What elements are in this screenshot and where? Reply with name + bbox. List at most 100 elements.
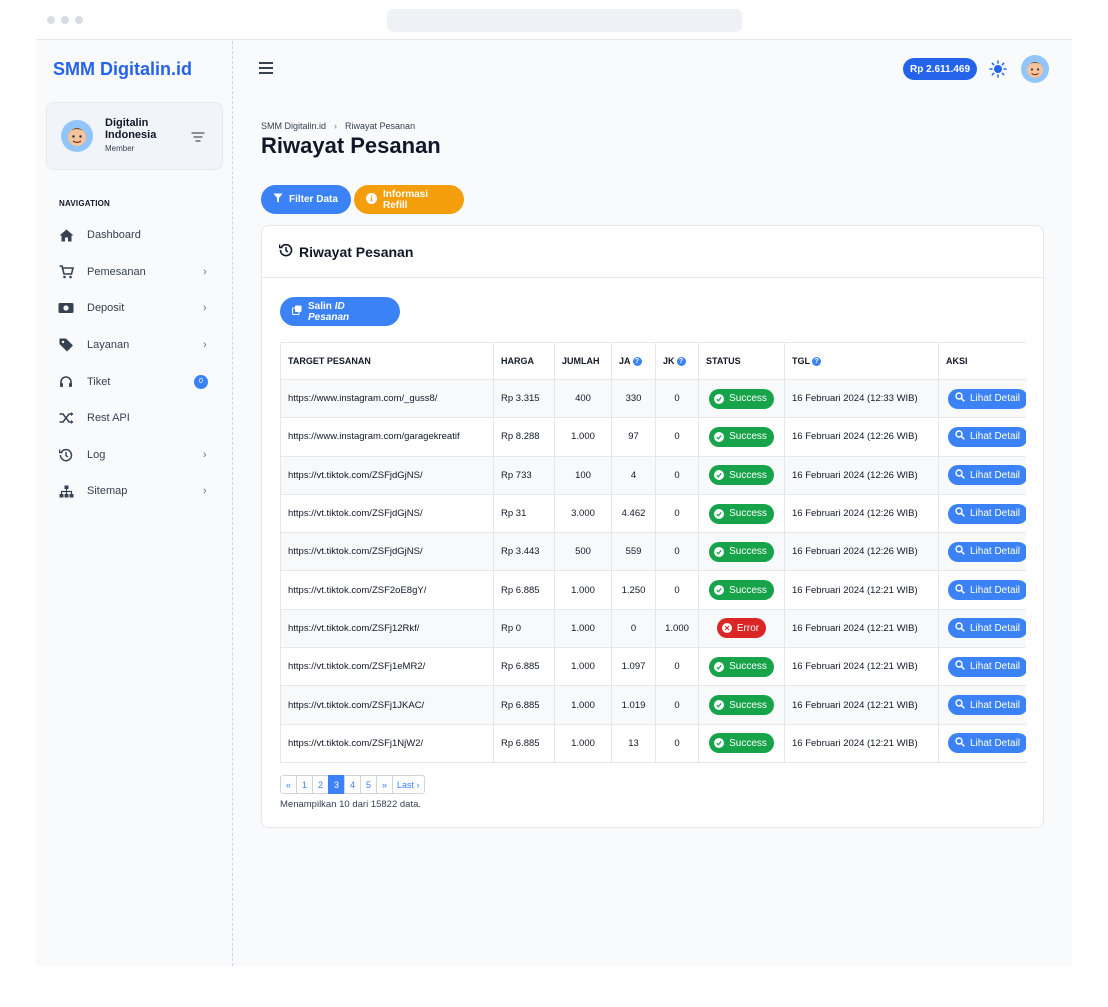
page-title: Riwayat Pesanan	[261, 133, 441, 158]
table-row: https://vt.tiktok.com/ZSFj1JKAC/Rp 6.885…	[280, 685, 1026, 725]
hamburger-menu-icon[interactable]	[259, 62, 273, 77]
brand-logo[interactable]: SMM Digitalin.id	[53, 59, 192, 80]
cell-target: https://vt.tiktok.com/ZSF2oE8gY/	[280, 570, 494, 610]
cell-ja: 1.097	[611, 647, 656, 687]
page-link[interactable]: 4	[344, 775, 361, 794]
page-link[interactable]: »	[376, 775, 393, 794]
money-icon	[58, 300, 74, 316]
status-label: Success	[729, 737, 767, 749]
window-dot[interactable]	[75, 16, 83, 24]
cell-aksi: Lihat Detail	[938, 417, 1026, 457]
cell-jumlah: 1.000	[554, 723, 612, 763]
sidebar-item-sitemap[interactable]: Sitemap ›	[36, 473, 233, 510]
sidebar-item-deposit[interactable]: Deposit ›	[36, 290, 233, 327]
cell-status: Success	[698, 570, 785, 610]
search-icon	[955, 622, 965, 635]
window-dot[interactable]	[61, 16, 69, 24]
refill-info-button[interactable]: Informasi Refill	[354, 185, 464, 214]
cell-tgl: 16 Februari 2024 (12:21 WIB)	[784, 723, 939, 763]
question-icon[interactable]: ?	[676, 357, 686, 367]
column-header-ja: JA?	[611, 342, 656, 380]
user-name: Digitalin Indonesia	[105, 117, 157, 141]
view-detail-button[interactable]: Lihat Detail	[948, 426, 1026, 447]
page-link[interactable]: 3	[328, 775, 345, 794]
cell-aksi: Lihat Detail	[938, 685, 1026, 725]
cell-ja: 13	[611, 723, 656, 763]
sidebar-item-layanan[interactable]: Layanan ›	[36, 327, 233, 364]
check-circle-icon	[714, 700, 725, 711]
balance-badge[interactable]: Rp 2.611.469	[903, 58, 978, 80]
cell-status: Error	[698, 608, 785, 649]
sidebar-item-tiket[interactable]: Tiket 0	[36, 363, 233, 400]
view-detail-label: Lihat Detail	[970, 469, 1021, 481]
cell-jumlah: 1.000	[554, 647, 612, 687]
cell-status: Success	[698, 723, 785, 763]
cell-harga: Rp 31	[493, 493, 555, 534]
breadcrumb-current: Riwayat Pesanan	[345, 121, 416, 131]
cell-harga: Rp 3.443	[493, 532, 555, 572]
copy-order-ids-button[interactable]: Salin ID Pesanan	[280, 297, 400, 326]
filter-icon[interactable]	[191, 129, 205, 147]
cell-jk: 0	[655, 493, 699, 534]
sidebar-item-pemesanan[interactable]: Pemesanan ›	[36, 254, 233, 291]
cell-jumlah: 500	[554, 532, 612, 572]
view-detail-button[interactable]: Lihat Detail	[948, 541, 1026, 562]
status-label: Success	[729, 508, 767, 520]
column-header-jk-label: JK	[663, 355, 675, 366]
view-detail-label: Lihat Detail	[970, 508, 1021, 520]
status-badge: Error	[716, 618, 767, 639]
view-detail-button[interactable]: Lihat Detail	[948, 618, 1026, 639]
page-link[interactable]: «	[280, 775, 297, 794]
address-bar[interactable]	[387, 9, 742, 32]
avatar[interactable]	[1021, 55, 1049, 88]
view-detail-button[interactable]: Lihat Detail	[948, 503, 1026, 524]
sidebar-item-rest-api[interactable]: Rest API	[36, 400, 233, 437]
page-link[interactable]: 1	[296, 775, 313, 794]
card-title-text: Riwayat Pesanan	[299, 243, 414, 260]
cell-ja: 330	[611, 378, 656, 419]
view-detail-button[interactable]: Lihat Detail	[948, 733, 1026, 754]
cell-aksi: Lihat Detail	[938, 532, 1026, 572]
check-circle-icon	[714, 393, 725, 404]
chevron-right-icon: ›	[203, 302, 207, 315]
cell-status: Success	[698, 455, 785, 495]
sidebar-item-dashboard[interactable]: Dashboard	[36, 217, 233, 254]
view-detail-button[interactable]: Lihat Detail	[948, 656, 1026, 677]
search-icon	[955, 507, 965, 520]
cell-status: Success	[698, 493, 785, 534]
status-badge: Success	[709, 388, 774, 409]
cell-ja: 1.019	[611, 685, 656, 725]
window-dot[interactable]	[47, 16, 55, 24]
page-link[interactable]: 5	[360, 775, 377, 794]
page-link[interactable]: Last ›	[392, 775, 425, 794]
sun-icon[interactable]	[989, 60, 1007, 83]
check-circle-icon	[714, 738, 725, 749]
question-icon[interactable]: ?	[812, 357, 821, 367]
window-controls	[47, 16, 83, 24]
view-detail-button[interactable]: Lihat Detail	[948, 695, 1026, 716]
cell-jumlah: 1.000	[554, 608, 612, 649]
orders-table-wrapper[interactable]: TARGET PESANAN HARGA JUMLAH JA? JK? STAT…	[280, 342, 1026, 764]
sidebar-item-label: Dashboard	[87, 229, 141, 242]
cell-harga: Rp 6.885	[493, 723, 555, 763]
view-detail-button[interactable]: Lihat Detail	[948, 388, 1026, 409]
view-detail-button[interactable]: Lihat Detail	[948, 465, 1026, 486]
view-detail-button[interactable]: Lihat Detail	[948, 580, 1026, 601]
page-link[interactable]: 2	[312, 775, 329, 794]
breadcrumb-root[interactable]: SMM Digitalin.id	[261, 121, 326, 131]
pagination: «1 2 3 4 5» Last ›	[280, 775, 425, 794]
copy-icon	[292, 305, 302, 318]
cell-aksi: Lihat Detail	[938, 378, 1026, 419]
sidebar-item-log[interactable]: Log ›	[36, 437, 233, 474]
cell-tgl: 16 Februari 2024 (12:26 WIB)	[784, 532, 939, 572]
view-detail-label: Lihat Detail	[970, 546, 1021, 558]
cell-target: https://vt.tiktok.com/ZSFj1NjW2/	[280, 723, 494, 763]
cell-tgl: 16 Februari 2024 (12:26 WIB)	[784, 455, 939, 495]
cell-target: https://vt.tiktok.com/ZSFj1eMR2/	[280, 647, 494, 687]
cell-ja: 1.250	[611, 570, 656, 610]
column-header-tgl: TGL?	[784, 342, 939, 380]
status-badge: Success	[709, 695, 774, 716]
chevron-right-icon: ›	[203, 448, 207, 461]
question-icon[interactable]: ?	[632, 357, 642, 367]
filter-data-button[interactable]: Filter Data	[261, 185, 351, 214]
